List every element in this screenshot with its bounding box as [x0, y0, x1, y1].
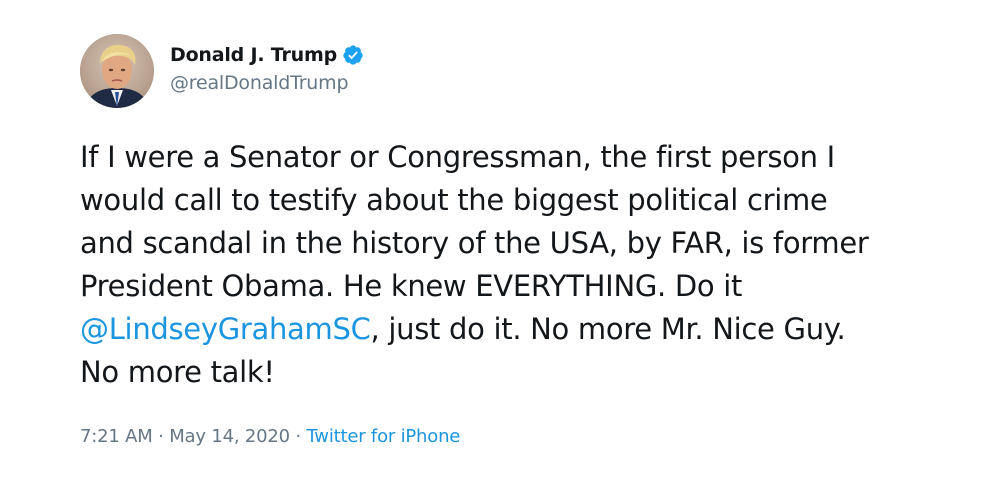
tweet-text-fragment: , just do it. No more Mr. Nice Guy. [370, 312, 846, 346]
user-handle[interactable]: @realDonaldTrump [170, 72, 349, 94]
mention-link[interactable]: @LindseyGrahamSC [80, 312, 371, 346]
tweet-time[interactable]: 7:21 AM [80, 426, 153, 447]
tweet-meta: 7:21 AM · May 14, 2020 · Twitter for iPh… [80, 426, 460, 447]
user-name-row: Donald J. Trump [170, 42, 364, 68]
tweet-text: If I were a Senator or Congressman, the … [80, 136, 960, 394]
meta-separator: · [158, 426, 164, 447]
tweet-text-line-with-mention: @LindseyGrahamSC, just do it. No more Mr… [80, 308, 960, 351]
tweet-text-line: President Obama. He knew EVERYTHING. Do … [80, 269, 743, 303]
avatar[interactable] [80, 34, 154, 108]
profile-photo-icon [80, 34, 154, 108]
meta-separator: · [295, 426, 301, 447]
tweet-text-line: would call to testify about the biggest … [80, 183, 828, 217]
verified-badge-icon [342, 44, 364, 66]
display-name[interactable]: Donald J. Trump [170, 44, 337, 66]
tweet-text-line: No more talk! [80, 355, 275, 389]
tweet-text-line: and scandal in the history of the USA, b… [80, 226, 869, 260]
tweet-source-link[interactable]: Twitter for iPhone [306, 426, 460, 447]
tweet-date[interactable]: May 14, 2020 [169, 426, 290, 447]
tweet-text-line: If I were a Senator or Congressman, the … [80, 140, 835, 174]
tweet-card: Donald J. Trump @realDonaldTrump If I we… [0, 0, 1004, 501]
